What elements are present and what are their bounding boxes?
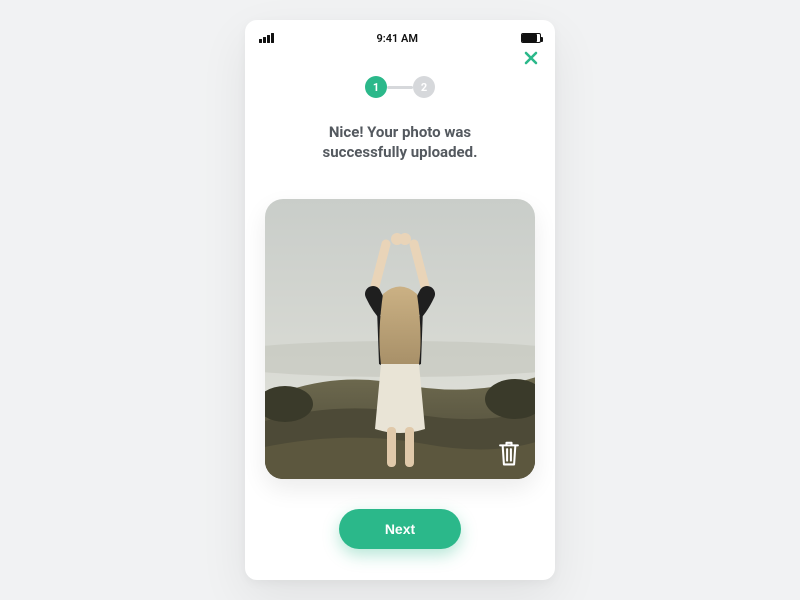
delete-photo-button[interactable] — [495, 439, 523, 467]
upload-success-message: Nice! Your photo was successfully upload… — [245, 122, 555, 163]
close-button[interactable] — [521, 48, 541, 68]
status-time: 9:41 AM — [274, 32, 522, 45]
step-2: 2 — [413, 76, 435, 98]
message-line-2: successfully uploaded. — [285, 142, 515, 162]
battery-icon — [521, 33, 541, 43]
phone-frame: 9:41 AM 1 2 Nice! Your photo was success… — [245, 20, 555, 580]
step-connector — [387, 86, 413, 89]
step-1: 1 — [365, 76, 387, 98]
stepper: 1 2 — [245, 74, 555, 100]
message-line-1: Nice! Your photo was — [285, 122, 515, 142]
trash-icon — [495, 439, 523, 467]
photo-illustration — [265, 199, 535, 479]
uploaded-photo — [265, 199, 535, 479]
next-button[interactable]: Next — [339, 509, 461, 549]
signal-icon — [259, 33, 274, 43]
status-bar: 9:41 AM — [245, 20, 555, 48]
close-icon — [524, 51, 538, 65]
